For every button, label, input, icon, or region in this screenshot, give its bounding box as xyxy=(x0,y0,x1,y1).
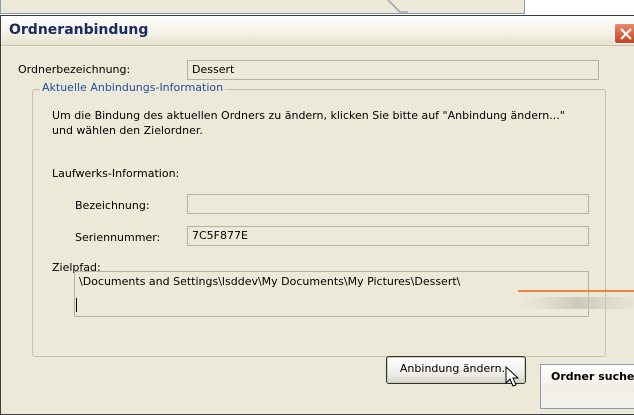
dialog-title: Ordneranbindung xyxy=(9,22,149,38)
target-path-field[interactable]: \Documents and Settings\lsddev\My Docume… xyxy=(74,271,589,317)
folder-name-label: Ordnerbezeichnung: xyxy=(18,63,131,76)
target-path-text: \Documents and Settings\lsddev\My Docume… xyxy=(79,275,461,288)
callout-arrow-icon xyxy=(518,290,634,309)
designation-field[interactable] xyxy=(187,194,589,214)
close-button[interactable] xyxy=(614,23,634,44)
text-caret xyxy=(76,298,77,312)
binding-info-legend: Aktuelle Anbindungs-Information xyxy=(40,81,226,94)
arrow-icon xyxy=(387,0,408,13)
instructions-text: Um die Bindung des aktuellen Ordners zu … xyxy=(52,109,565,137)
serial-number-field[interactable]: 7C5F877E xyxy=(187,226,589,246)
mouse-cursor-icon xyxy=(505,366,519,387)
browse-folder-title: Ordner suchen xyxy=(541,365,634,391)
folder-name-field[interactable]: Dessert xyxy=(187,60,599,80)
browse-folder-window: Ordner suchen xyxy=(540,364,634,409)
serial-number-label: Seriennummer: xyxy=(75,231,161,244)
close-icon xyxy=(620,28,632,40)
background-window xyxy=(0,0,525,14)
drive-info-label: Laufwerks-Information: xyxy=(52,167,180,180)
title-bar: Ordneranbindung xyxy=(1,16,634,46)
designation-label: Bezeichnung: xyxy=(75,199,150,212)
